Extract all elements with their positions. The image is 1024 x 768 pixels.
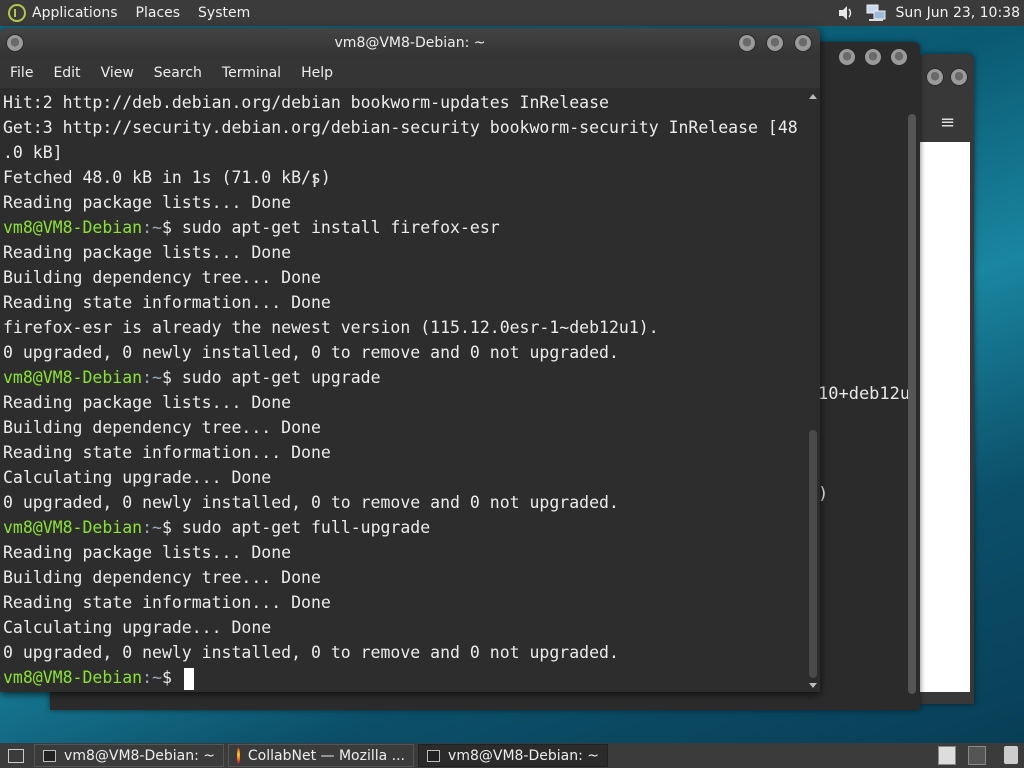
scrollbar-thumb[interactable]	[809, 430, 817, 678]
task-list: vm8@VM8-Debian: ~ CollabNet — Mozilla ...…	[34, 744, 612, 767]
terminal-icon	[43, 749, 57, 762]
maximize-icon[interactable]	[766, 34, 784, 52]
network-icon[interactable]	[866, 3, 886, 23]
output-line: 0 upgraded, 0 newly installed, 0 to remo…	[3, 343, 619, 362]
output-line: Calculating upgrade... Done	[3, 618, 272, 637]
window-button-icon[interactable]	[926, 68, 944, 86]
system-menu[interactable]: System	[198, 5, 250, 21]
taskbar-button[interactable]: vm8@VM8-Debian: ~	[34, 744, 224, 767]
trash-icon[interactable]	[1004, 746, 1018, 764]
output-line: Reading state information... Done	[3, 593, 331, 612]
output-line: Hit:2 http://deb.debian.org/debian bookw…	[3, 93, 609, 112]
menu-view[interactable]: View	[91, 65, 144, 81]
menu-help[interactable]: Help	[291, 65, 343, 81]
prompt-user: vm8@VM8-Debian	[3, 518, 143, 537]
maximize-icon[interactable]	[864, 48, 882, 66]
terminal-titlebar[interactable]: vm8@VM8-Debian: ~	[0, 28, 820, 58]
hamburger-menu-icon[interactable]: ≡	[940, 112, 955, 133]
output-line: firefox-esr is already the newest versio…	[3, 318, 659, 337]
prompt-user: vm8@VM8-Debian	[3, 368, 143, 387]
prompt-line: vm8@VM8-Debian:~$	[0, 665, 806, 690]
output-line: Building dependency tree... Done	[3, 418, 321, 437]
text-cursor	[183, 667, 194, 690]
terminal-menubar: File Edit View Search Terminal Help	[0, 58, 820, 88]
menu-search[interactable]: Search	[144, 65, 212, 81]
prompt-line: vm8@VM8-Debian:~$ sudo apt-get install f…	[0, 215, 806, 240]
prompt-path: :~	[142, 668, 162, 687]
window-title: vm8@VM8-Debian: ~	[334, 35, 486, 51]
browser-content-area	[920, 142, 970, 692]
output-line: Reading package lists... Done	[3, 193, 292, 212]
menu-file[interactable]: File	[0, 65, 43, 81]
minimize-icon[interactable]	[838, 48, 856, 66]
terminal-icon	[427, 749, 441, 762]
prompt-path: :~	[142, 218, 162, 237]
menu-edit[interactable]: Edit	[43, 65, 90, 81]
output-line: Building dependency tree... Done	[3, 268, 321, 287]
output-line: Reading package lists... Done	[3, 393, 292, 412]
show-desktop-icon[interactable]	[8, 748, 24, 763]
background-text: 10+deb12u	[818, 384, 911, 404]
output-line: Fetched 48.0 kB in 1s (71.0 kB/s)	[3, 168, 331, 187]
applications-menu[interactable]: Applications	[32, 5, 118, 21]
prompt-user: vm8@VM8-Debian	[3, 668, 143, 687]
prompt-command: $ sudo apt-get install firefox-esr	[161, 218, 500, 237]
output-line: Calculating upgrade... Done	[3, 468, 272, 487]
close-icon[interactable]	[794, 34, 812, 52]
workspace-1-icon[interactable]	[938, 746, 956, 765]
top-panel: Applications Places System Sun Jun 23, 1…	[0, 0, 1024, 26]
places-menu[interactable]: Places	[136, 5, 181, 21]
output-line: Reading package lists... Done	[3, 243, 292, 262]
terminal-output[interactable]: Hit:2 http://deb.debian.org/debian bookw…	[0, 90, 806, 690]
system-tray: Sun Jun 23, 10:38	[836, 0, 1024, 26]
terminal-window[interactable]: vm8@VM8-Debian: ~ File Edit View Search …	[0, 28, 820, 692]
volume-icon[interactable]	[836, 3, 856, 23]
prompt-line: vm8@VM8-Debian:~$ sudo apt-get full-upgr…	[0, 515, 806, 540]
prompt-user: vm8@VM8-Debian	[3, 218, 143, 237]
taskbar-button[interactable]: CollabNet — Mozilla ...	[228, 744, 414, 767]
prompt-command: $	[161, 668, 182, 687]
workspace-2-icon[interactable]	[968, 746, 986, 765]
menu-terminal[interactable]: Terminal	[212, 65, 291, 81]
prompt-path: :~	[142, 518, 162, 537]
output-line: .0 kB]	[3, 143, 63, 162]
output-line: 0 upgraded, 0 newly installed, 0 to remo…	[3, 493, 619, 512]
output-line: Reading package lists... Done	[3, 543, 292, 562]
taskbar-label: CollabNet — Mozilla ...	[247, 747, 405, 764]
taskbar-button[interactable]: vm8@VM8-Debian: ~	[418, 744, 608, 767]
prompt-command: $ sudo apt-get full-upgrade	[161, 518, 431, 537]
minimize-icon[interactable]	[738, 34, 756, 52]
output-line: Reading state information... Done	[3, 443, 331, 462]
window-menu-icon[interactable]	[6, 34, 24, 52]
background-scrollbar[interactable]	[908, 114, 916, 694]
bottom-panel: vm8@VM8-Debian: ~ CollabNet — Mozilla ...…	[0, 743, 1024, 768]
firefox-icon	[237, 747, 240, 764]
scroll-down-icon[interactable]	[809, 683, 817, 688]
taskbar-label: vm8@VM8-Debian: ~	[448, 747, 599, 764]
window-button-icon[interactable]	[950, 68, 968, 86]
prompt-line: vm8@VM8-Debian:~$ sudo apt-get upgrade	[0, 365, 806, 390]
mouse-ibeam-cursor-icon: I	[312, 171, 318, 192]
debian-menu-icon[interactable]	[8, 4, 26, 22]
output-line: Reading state information... Done	[3, 293, 331, 312]
prompt-command: $ sudo apt-get upgrade	[161, 368, 381, 387]
close-icon[interactable]	[890, 48, 908, 66]
clock[interactable]: Sun Jun 23, 10:38	[896, 5, 1020, 21]
taskbar-label: vm8@VM8-Debian: ~	[64, 747, 215, 764]
output-line: 0 upgraded, 0 newly installed, 0 to remo…	[3, 643, 619, 662]
scroll-up-icon[interactable]	[809, 94, 817, 99]
prompt-path: :~	[142, 368, 162, 387]
terminal-scrollbar[interactable]	[806, 90, 820, 692]
background-window-browser[interactable]: ≡	[920, 54, 974, 704]
output-line: Get:3 http://security.debian.org/debian-…	[3, 118, 798, 137]
output-line: Building dependency tree... Done	[3, 568, 321, 587]
